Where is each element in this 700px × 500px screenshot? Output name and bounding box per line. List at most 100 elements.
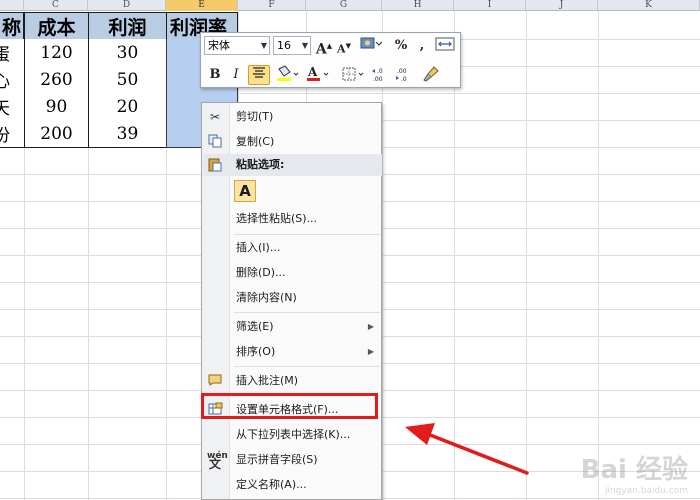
center-align-button[interactable] (248, 65, 270, 85)
svg-text:.0: .0 (377, 68, 383, 75)
column-header-bar: C D E F G H I J K (0, 0, 700, 11)
paste-options-label: 粘贴选项: (236, 158, 285, 171)
cell-cost-row3[interactable]: 90 (24, 93, 89, 121)
chevron-right-icon: ▶ (367, 322, 374, 331)
paint-bucket-icon (277, 65, 299, 81)
menu-item-pick-from-list-label: 从下拉列表中选择(K)... (236, 428, 351, 441)
menu-divider (234, 234, 380, 235)
menu-item-pick-from-list[interactable]: 从下拉列表中选择(K)... (202, 424, 381, 446)
column-header-j[interactable]: J (526, 0, 598, 11)
menu-item-phonetic-field-label: 显示拼音字段(S) (236, 453, 318, 466)
menu-item-clear-contents-label: 清除内容(N) (236, 291, 297, 304)
header-cell-name[interactable]: 称 (0, 12, 24, 40)
currency-icon (360, 37, 383, 49)
copy-icon (207, 134, 223, 150)
menu-item-filter[interactable]: 筛选(E) ▶ (202, 316, 381, 338)
paste-options-header: 粘贴选项: (203, 154, 382, 176)
cell-cost-row1[interactable]: 120 (24, 39, 89, 67)
merge-cells-icon (435, 37, 455, 51)
cell-cost-row2[interactable]: 260 (24, 66, 89, 94)
menu-divider (234, 312, 380, 313)
font-size-select[interactable]: 16 ▼ (273, 36, 311, 55)
menu-item-paste-special-label: 选择性粘贴(S)... (236, 212, 318, 225)
menu-item-define-name-label: 定义名称(A)... (236, 478, 307, 491)
menu-divider (234, 366, 380, 367)
cell-name-row3[interactable]: 天 (0, 93, 25, 121)
scissors-icon: ✂ (209, 110, 221, 124)
watermark-url: jingyan.baidu.com (604, 486, 688, 496)
context-menu: ✂ 剪切(T) 复制(C) 粘贴选项: A 选择性粘贴(S)... 插入(I).… (201, 102, 382, 500)
comment-icon (207, 373, 223, 389)
phonetic-guide-icon: wén 文 (207, 451, 228, 471)
accounting-format-button[interactable] (358, 36, 384, 56)
cell-name-row1[interactable]: 蛋 (0, 39, 25, 67)
increase-decimal-button[interactable]: .0 .00 (371, 65, 393, 85)
align-center-icon (253, 67, 265, 78)
menu-item-insert-comment-label: 插入批注(M) (236, 374, 299, 387)
header-cell-profit[interactable]: 利润 (88, 12, 167, 40)
menu-item-sort-label: 排序(O) (236, 345, 276, 358)
decrease-decimal-icon: .00 .0 (396, 68, 407, 83)
column-header-i[interactable]: I (454, 0, 526, 11)
bold-button[interactable]: B (206, 65, 224, 85)
font-color-glyph: A (307, 65, 318, 79)
merge-center-button[interactable] (434, 36, 456, 56)
cell-name-row4[interactable]: 份 (0, 120, 25, 148)
menu-item-filter-label: 筛选(E) (236, 320, 274, 333)
borders-button[interactable] (340, 65, 366, 85)
svg-text:.0: .0 (401, 76, 407, 83)
paintbrush-icon (423, 66, 439, 82)
menu-item-phonetic-field[interactable]: wén 文 显示拼音字段(S) (202, 449, 381, 471)
menu-item-delete[interactable]: 删除(D)... (202, 262, 381, 284)
cell-profit-row3[interactable]: 20 (88, 93, 167, 121)
cell-profit-row4[interactable]: 39 (88, 120, 167, 148)
column-header-e[interactable]: E (166, 0, 238, 11)
header-cell-cost[interactable]: 成本 (24, 12, 89, 40)
mini-toolbar: 宋体 ▼ 16 ▼ A▲ A▼ % , B I A .0 .00 .00 .0 (200, 32, 461, 88)
menu-item-insert-comment[interactable]: 插入批注(M) (202, 370, 381, 392)
column-header-c[interactable]: C (24, 0, 88, 11)
format-painter-button[interactable] (420, 65, 442, 85)
menu-item-paste-special[interactable]: 选择性粘贴(S)... (202, 208, 381, 230)
column-header-d[interactable]: D (88, 0, 166, 11)
column-header-b[interactable] (0, 0, 24, 11)
menu-item-delete-label: 删除(D)... (236, 266, 286, 279)
svg-text:.00: .00 (373, 76, 383, 83)
column-header-k[interactable]: K (598, 0, 700, 11)
chevron-down-icon: ▼ (301, 41, 308, 50)
menu-item-cut-label: 剪切(T) (236, 110, 274, 123)
grow-font-button[interactable]: A▲ (315, 36, 333, 58)
cell-profit-row2[interactable]: 50 (88, 66, 167, 94)
menu-item-copy[interactable]: 复制(C) (202, 131, 381, 153)
font-color-icon: A (307, 65, 329, 81)
menu-item-define-name[interactable]: 定义名称(A)... (202, 474, 381, 496)
cell-name-row2[interactable]: 心 (0, 66, 25, 94)
column-header-f[interactable]: F (238, 0, 306, 11)
menu-item-insert[interactable]: 插入(I)... (202, 237, 381, 259)
italic-button[interactable]: I (227, 65, 245, 85)
highlight-annotation-box (201, 393, 378, 419)
font-name-select[interactable]: 宋体 ▼ (204, 36, 270, 55)
font-color-button[interactable]: A (306, 65, 330, 85)
menu-item-sort[interactable]: 排序(O) ▶ (202, 341, 381, 363)
paste-option-keep-text[interactable]: A (234, 180, 256, 202)
column-header-h[interactable]: H (382, 0, 454, 11)
percent-style-button[interactable]: % (392, 36, 410, 56)
chevron-right-icon: ▶ (367, 347, 374, 356)
menu-item-insert-label: 插入(I)... (236, 241, 281, 254)
decrease-decimal-button[interactable]: .00 .0 (395, 65, 417, 85)
menu-item-clear-contents[interactable]: 清除内容(N) (202, 287, 381, 309)
watermark-logo: Bai 经验 (580, 455, 688, 485)
fill-color-button[interactable] (274, 65, 300, 85)
font-name-value: 宋体 (208, 39, 230, 52)
column-header-g[interactable]: G (306, 0, 382, 11)
shrink-font-button[interactable]: A▼ (335, 36, 353, 56)
increase-decimal-icon: .0 .00 (372, 68, 383, 83)
font-size-value: 16 (277, 39, 291, 52)
cell-profit-row1[interactable]: 30 (88, 39, 167, 67)
arrow-annotation-icon (405, 423, 529, 475)
comma-style-button[interactable]: , (415, 36, 429, 56)
menu-item-cut[interactable]: ✂ 剪切(T) (202, 106, 381, 128)
cell-cost-row4[interactable]: 200 (24, 120, 89, 148)
watermark: Bai 经验 jingyan.baidu.com (581, 449, 688, 496)
